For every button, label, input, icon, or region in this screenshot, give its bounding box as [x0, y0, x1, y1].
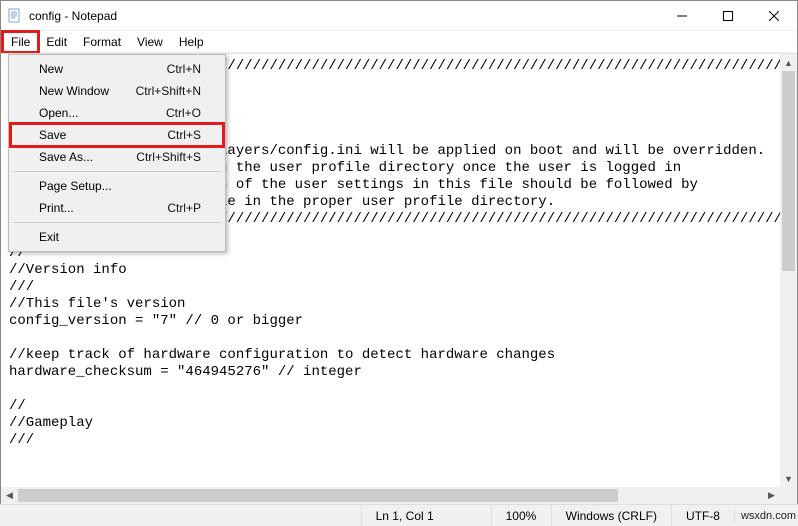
status-zoom: 100%: [491, 505, 551, 526]
menu-item-label: Save: [39, 128, 66, 142]
close-button[interactable]: [751, 1, 797, 31]
scroll-left-icon[interactable]: ◀: [1, 487, 18, 504]
vertical-scrollbar[interactable]: ▲ ▼: [780, 54, 797, 487]
scroll-corner: [780, 487, 797, 504]
watermark-text: wsxdn.com: [734, 510, 798, 522]
scroll-up-icon[interactable]: ▲: [780, 54, 797, 71]
menu-item-shortcut: Ctrl+Shift+S: [136, 150, 201, 164]
titlebar: config - Notepad: [1, 1, 797, 31]
menu-format[interactable]: Format: [75, 32, 129, 52]
scroll-thumb[interactable]: [18, 489, 618, 502]
horizontal-scrollbar[interactable]: ◀ ▶: [1, 487, 780, 504]
menu-item-print[interactable]: Print... Ctrl+P: [11, 197, 223, 219]
menu-item-label: Open...: [39, 106, 78, 120]
menu-view[interactable]: View: [129, 32, 171, 52]
menu-item-label: Page Setup...: [39, 179, 112, 193]
menu-item-label: Print...: [39, 201, 74, 215]
notepad-icon: [7, 8, 23, 24]
menu-item-save-as[interactable]: Save As... Ctrl+Shift+S: [11, 146, 223, 168]
menu-edit[interactable]: Edit: [38, 32, 75, 52]
menu-item-exit[interactable]: Exit: [11, 226, 223, 248]
menubar: File Edit Format View Help: [1, 31, 797, 53]
minimize-button[interactable]: [659, 1, 705, 31]
maximize-button[interactable]: [705, 1, 751, 31]
scroll-down-icon[interactable]: ▼: [780, 470, 797, 487]
menu-item-save[interactable]: Save Ctrl+S: [11, 124, 223, 146]
menu-item-label: Save As...: [39, 150, 93, 164]
menu-separator: [13, 222, 221, 223]
statusbar: Ln 1, Col 1 100% Windows (CRLF) UTF-8 ws…: [0, 504, 798, 526]
menu-file[interactable]: File: [3, 32, 38, 52]
status-position: Ln 1, Col 1: [361, 505, 491, 526]
menu-item-page-setup[interactable]: Page Setup...: [11, 175, 223, 197]
menu-help[interactable]: Help: [171, 32, 212, 52]
window-title: config - Notepad: [29, 9, 117, 23]
menu-item-shortcut: Ctrl+Shift+N: [136, 84, 201, 98]
menu-item-shortcut: Ctrl+P: [167, 201, 201, 215]
menu-item-label: New: [39, 62, 63, 76]
menu-item-label: Exit: [39, 230, 59, 244]
menu-separator: [13, 171, 221, 172]
scroll-right-icon[interactable]: ▶: [763, 487, 780, 504]
status-line-ending: Windows (CRLF): [551, 505, 671, 526]
menu-item-new[interactable]: New Ctrl+N: [11, 58, 223, 80]
scroll-thumb[interactable]: [782, 71, 795, 271]
menu-item-shortcut: Ctrl+O: [166, 106, 201, 120]
menu-item-shortcut: Ctrl+N: [167, 62, 201, 76]
menu-item-new-window[interactable]: New Window Ctrl+Shift+N: [11, 80, 223, 102]
window-controls: [659, 1, 797, 31]
status-encoding: UTF-8: [671, 505, 734, 526]
menu-item-open[interactable]: Open... Ctrl+O: [11, 102, 223, 124]
menu-item-label: New Window: [39, 84, 109, 98]
file-menu-dropdown: New Ctrl+N New Window Ctrl+Shift+N Open.…: [8, 54, 226, 252]
menu-item-shortcut: Ctrl+S: [167, 128, 201, 142]
